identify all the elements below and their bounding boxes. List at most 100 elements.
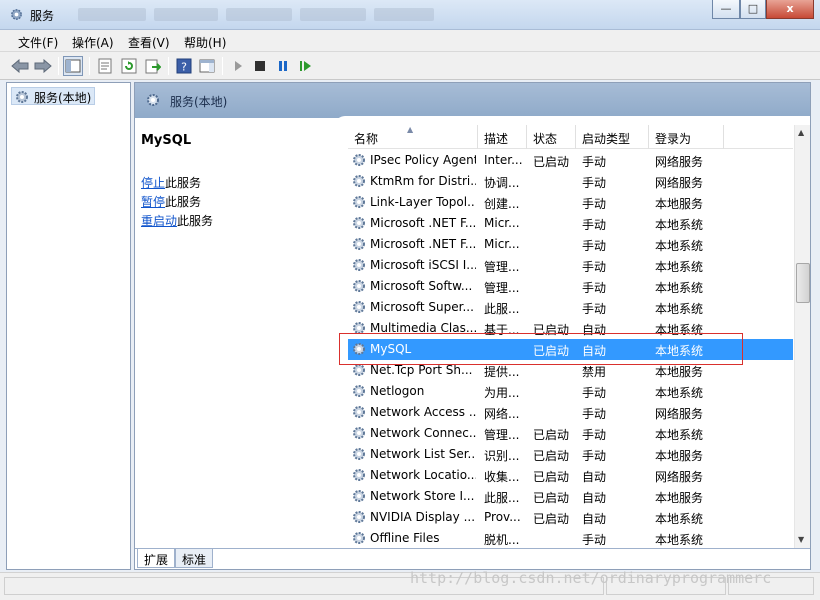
service-gear-icon	[351, 467, 367, 486]
service-name-cell: Microsoft Super...	[370, 300, 474, 314]
sort-ascending-icon: ▲	[407, 125, 414, 134]
table-row[interactable]: Microsoft Softw... 管理... 手动 本地系统	[348, 276, 793, 297]
service-logon-cell: 本地系统	[655, 386, 704, 400]
service-logon-cell: 本地系统	[655, 239, 704, 253]
service-gear-icon	[351, 194, 367, 213]
service-startup-type-cell: 手动	[582, 197, 607, 211]
back-arrow-icon[interactable]	[10, 56, 30, 76]
scroll-down-icon[interactable]: ▼	[798, 535, 804, 544]
table-row[interactable]: Network Locatio... 收集... 已启动 自动 网络服务	[348, 465, 793, 486]
column-header-logon-as[interactable]: 登录为	[655, 130, 691, 147]
service-logon-cell: 本地服务	[655, 491, 704, 505]
refresh-icon[interactable]	[119, 56, 139, 76]
table-row[interactable]: Offline Files 脱机... 手动 本地系统	[348, 528, 793, 548]
service-description-cell: Micr...	[484, 216, 520, 230]
service-name-cell: Network List Ser...	[370, 447, 476, 461]
service-description-cell: 管理...	[484, 428, 520, 442]
service-gear-icon	[351, 152, 367, 171]
menu-help[interactable]: 帮助(H)	[184, 34, 226, 51]
menu-action[interactable]: 操作(A)	[72, 34, 114, 51]
table-row[interactable]: KtmRm for Distri... 协调... 手动 网络服务	[348, 171, 793, 192]
menu-file[interactable]: 文件(F)	[18, 34, 58, 51]
service-gear-icon	[351, 509, 367, 528]
service-gear-icon	[351, 404, 367, 423]
show-action-pane-icon[interactable]	[197, 56, 217, 76]
table-row[interactable]: Network Connec... 管理... 已启动 手动 本地系统	[348, 423, 793, 444]
minimize-button[interactable]: —	[712, 0, 740, 19]
show-hide-tree-icon[interactable]	[63, 56, 83, 76]
service-description-cell: 脱机...	[484, 533, 520, 547]
table-row[interactable]: Microsoft Super... 此服... 手动 本地系统	[348, 297, 793, 318]
column-header-startup-type[interactable]: 启动类型	[582, 130, 630, 147]
column-header-description[interactable]: 描述	[484, 130, 508, 147]
scroll-up-icon[interactable]: ▲	[798, 128, 804, 137]
table-row[interactable]: Network List Ser... 识别... 已启动 手动 本地服务	[348, 444, 793, 465]
service-name-cell: Microsoft .NET F...	[370, 237, 476, 251]
help-icon[interactable]: ?	[174, 56, 194, 76]
forward-arrow-icon[interactable]	[33, 56, 53, 76]
table-row[interactable]: NVIDIA Display ... Prov... 已启动 自动 本地系统	[348, 507, 793, 528]
restart-service-link[interactable]: 重启动	[141, 214, 177, 228]
service-name-cell: Network Connec...	[370, 426, 476, 440]
table-row[interactable]: Link-Layer Topol... 创建... 手动 本地服务	[348, 192, 793, 213]
service-logon-cell: 本地服务	[655, 197, 704, 211]
service-status-cell: 已启动	[533, 512, 570, 526]
service-startup-type-cell: 手动	[582, 302, 607, 316]
close-button[interactable]: x	[766, 0, 814, 19]
service-startup-type-cell: 手动	[582, 155, 607, 169]
service-description-cell: 此服...	[484, 491, 520, 505]
resume-service-icon[interactable]	[296, 56, 316, 76]
service-name-cell: Offline Files	[370, 531, 440, 545]
service-startup-type-cell: 手动	[582, 449, 607, 463]
start-service-icon[interactable]	[228, 56, 248, 76]
tab-extended[interactable]: 扩展	[137, 549, 176, 568]
selection-highlight-box	[339, 333, 743, 365]
column-header-name[interactable]: 名称	[354, 130, 378, 147]
service-description-cell: 收集...	[484, 470, 520, 484]
selected-service-name: MySQL	[141, 133, 192, 148]
maximize-button[interactable]: □	[740, 0, 766, 19]
service-gear-icon	[351, 278, 367, 297]
service-gear-icon	[351, 173, 367, 192]
service-name-cell: Netlogon	[370, 384, 425, 398]
menu-view[interactable]: 查看(V)	[128, 34, 170, 51]
column-header-status[interactable]: 状态	[533, 130, 557, 147]
table-row[interactable]: Netlogon 为用... 手动 本地系统	[348, 381, 793, 402]
table-row[interactable]: Network Store I... 此服... 已启动 自动 本地服务	[348, 486, 793, 507]
service-description-cell: 管理...	[484, 281, 520, 295]
service-startup-type-cell: 手动	[582, 260, 607, 274]
svg-text:?: ?	[181, 61, 187, 74]
service-description-cell: 创建...	[484, 197, 520, 211]
tab-standard[interactable]: 标准	[175, 549, 214, 568]
services-gear-icon	[147, 94, 159, 106]
service-logon-cell: 网络服务	[655, 407, 704, 421]
action-stop: 停止此服务	[141, 176, 202, 190]
service-gear-icon	[351, 425, 367, 444]
pause-service-icon[interactable]	[273, 56, 293, 76]
properties-icon[interactable]	[95, 56, 115, 76]
pause-service-link[interactable]: 暂停	[141, 195, 165, 209]
service-logon-cell: 网络服务	[655, 470, 704, 484]
pane-header: 服务(本地)	[135, 83, 810, 118]
view-tabs: 扩展 标准	[135, 548, 810, 569]
toolbar: ?	[0, 52, 820, 80]
tree-item-services-local[interactable]: 服务(本地)	[11, 87, 96, 105]
action-restart: 重启动此服务	[141, 214, 214, 228]
service-name-cell: Microsoft iSCSI I...	[370, 258, 476, 272]
vertical-scrollbar[interactable]: ▲ ▼	[794, 125, 810, 548]
stop-service-icon[interactable]	[250, 56, 270, 76]
table-row[interactable]: Network Access ... 网络... 手动 网络服务	[348, 402, 793, 423]
table-row[interactable]: IPsec Policy Agent Inter... 已启动 手动 网络服务	[348, 150, 793, 171]
service-logon-cell: 本地系统	[655, 302, 704, 316]
service-logon-cell: 本地服务	[655, 365, 704, 379]
blurred-tab	[300, 8, 366, 21]
table-row[interactable]: Microsoft .NET F... Micr... 手动 本地系统	[348, 234, 793, 255]
table-row[interactable]: Microsoft .NET F... Micr... 手动 本地系统	[348, 213, 793, 234]
table-row[interactable]: Microsoft iSCSI I... 管理... 手动 本地系统	[348, 255, 793, 276]
export-list-icon[interactable]	[143, 56, 163, 76]
scrollbar-thumb[interactable]	[796, 263, 810, 303]
description-panel: MySQL 停止此服务 暂停此服务 重启动此服务	[135, 118, 340, 548]
service-description-cell: 协调...	[484, 176, 520, 190]
service-startup-type-cell: 手动	[582, 176, 607, 190]
stop-service-link[interactable]: 停止	[141, 176, 165, 190]
